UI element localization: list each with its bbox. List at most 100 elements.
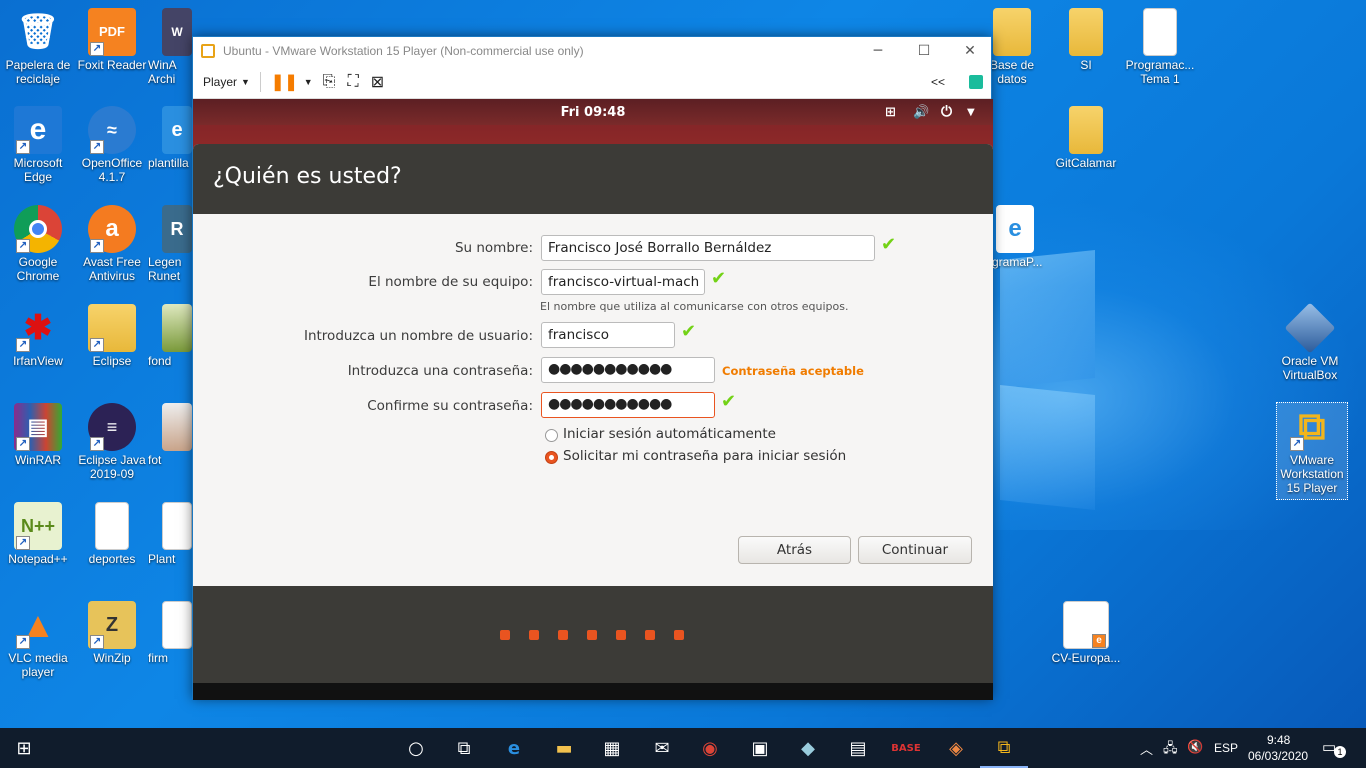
minimize-button[interactable]: ─ bbox=[855, 37, 901, 65]
deportes-icon[interactable]: deportes bbox=[74, 502, 150, 566]
language-indicator[interactable]: ESP bbox=[1214, 741, 1238, 755]
mail-icon[interactable]: ✉ bbox=[638, 728, 686, 768]
network-icon[interactable]: ⊞ bbox=[885, 105, 896, 120]
chevron-down-icon[interactable]: ▼ bbox=[967, 107, 975, 118]
close-button[interactable]: ✕ bbox=[947, 37, 993, 65]
vmware-taskbar-icon[interactable]: ⧉ bbox=[980, 728, 1028, 768]
chevron-down-icon[interactable]: ▼ bbox=[304, 77, 313, 87]
winarchiver-icon[interactable]: W WinA Archi bbox=[148, 8, 192, 86]
require-password-label[interactable]: Solicitar mi contraseña para iniciar ses… bbox=[563, 448, 846, 464]
edge-taskbar-icon[interactable]: e bbox=[490, 728, 538, 768]
openoffice-icon[interactable]: ≈ ↗ OpenOffice 4.1.7 bbox=[74, 106, 150, 184]
programap-icon[interactable]: e gramaP... bbox=[992, 205, 1052, 269]
fondo-icon[interactable]: fond bbox=[148, 304, 192, 368]
password-label: Introduzca una contraseña: bbox=[347, 363, 533, 379]
fullscreen-icon[interactable]: ⛶ bbox=[347, 73, 358, 91]
network-tray-icon[interactable]: 🖧 bbox=[1163, 739, 1178, 761]
guest-bottom-strip bbox=[193, 683, 993, 700]
password-strength: Contraseña aceptable bbox=[722, 364, 864, 378]
vmware-toolbar: Player ▼ ❚❚ ▼ ⎘ ⛶ ⊠ << bbox=[193, 65, 991, 99]
pause-button[interactable]: ❚❚ bbox=[271, 72, 298, 92]
collapse-icon[interactable]: << bbox=[931, 75, 945, 89]
clock-time[interactable]: 9:48 bbox=[1267, 733, 1290, 747]
ubuntu-clock[interactable]: Fri 09:48 bbox=[561, 105, 626, 120]
progress-dot bbox=[616, 630, 626, 640]
check-icon: ✔ bbox=[681, 321, 697, 342]
chrome-taskbar-icon[interactable]: ◉ bbox=[686, 728, 734, 768]
store-icon[interactable]: ▦ bbox=[588, 728, 636, 768]
back-button[interactable]: Atrás bbox=[738, 536, 851, 564]
base-taskbar-icon[interactable]: BASE bbox=[882, 728, 930, 768]
chevron-down-icon: ▼ bbox=[241, 76, 250, 87]
vmware-icon[interactable]: ⧉ ↗ VMware Workstation 15 Player bbox=[1276, 402, 1348, 500]
irfanview-icon[interactable]: ✱ ↗ IrfanView bbox=[0, 304, 76, 368]
winrar-icon[interactable]: ▤ ↗ WinRAR bbox=[0, 403, 76, 467]
foxit-reader-icon[interactable]: PDF ↗ Foxit Reader bbox=[74, 8, 150, 72]
computer-name-field[interactable]: francisco-virtual-mach bbox=[541, 269, 705, 295]
eclipse-java-icon[interactable]: ≡ ↗ Eclipse Java 2019-09 bbox=[74, 403, 150, 481]
auto-login-label[interactable]: Iniciar sesión automáticamente bbox=[563, 426, 776, 442]
confirm-password-field[interactable]: ●●●●●●●●●●● bbox=[541, 392, 715, 418]
continue-button[interactable]: Continuar bbox=[858, 536, 972, 564]
taskbar: ⊞ ○ ⧉ e ▬ ▦ ✉ ◉ ▣ ◆ ▤ BASE ◈ ⧉ ︿ 🖧 🔇 ESP… bbox=[0, 728, 1366, 768]
player-menu[interactable]: Player ▼ bbox=[203, 75, 250, 89]
computer-label: El nombre de su equipo: bbox=[368, 274, 533, 290]
notes-icon[interactable] bbox=[969, 74, 983, 89]
volume-muted-icon[interactable]: 🔇 bbox=[1187, 739, 1203, 755]
show-hidden-icon[interactable]: ︿ bbox=[1140, 739, 1153, 758]
clock-date[interactable]: 06/03/2020 bbox=[1248, 749, 1308, 763]
confirm-label: Confirme su contraseña: bbox=[367, 398, 533, 414]
app-taskbar-icon[interactable]: ▣ bbox=[736, 728, 784, 768]
microsoft-edge-icon[interactable]: e ↗ Microsoft Edge bbox=[0, 106, 76, 184]
plantilla-icon[interactable]: e plantilla bbox=[148, 106, 192, 170]
firma-icon[interactable]: firm bbox=[148, 601, 192, 665]
cortana-icon[interactable]: ○ bbox=[392, 728, 440, 768]
file-explorer-icon[interactable]: ▬ bbox=[540, 728, 588, 768]
eclipse-icon[interactable]: ↗ Eclipse bbox=[74, 304, 150, 368]
check-icon: ✔ bbox=[711, 268, 727, 289]
vlc-icon[interactable]: ▲ ↗ VLC media player bbox=[0, 601, 76, 680]
progress-dot bbox=[558, 630, 568, 640]
winzip-icon[interactable]: Z ↗ WinZip bbox=[74, 601, 150, 665]
volume-icon[interactable]: 🔊 bbox=[913, 105, 929, 120]
progress-dot bbox=[529, 630, 539, 640]
plantilla2-icon[interactable]: Plant bbox=[148, 502, 192, 566]
unity-icon[interactable]: ⊠ bbox=[371, 72, 384, 92]
username-field[interactable]: francisco bbox=[541, 322, 675, 348]
recycle-bin-icon[interactable]: 🗑 Papelera de reciclaje bbox=[0, 8, 76, 86]
task-view-icon[interactable]: ⧉ bbox=[440, 728, 488, 768]
name-label: Su nombre: bbox=[454, 240, 533, 256]
vmware-window[interactable]: Ubuntu - VMware Workstation 15 Player (N… bbox=[192, 36, 993, 700]
progress-dot bbox=[645, 630, 655, 640]
start-button[interactable]: ⊞ bbox=[0, 728, 48, 768]
password-field[interactable]: ●●●●●●●●●●● bbox=[541, 357, 715, 383]
installer-dialog: ¿Quién es usted? Su nombre: Francisco Jo… bbox=[193, 144, 993, 586]
require-password-radio[interactable] bbox=[545, 451, 558, 464]
app-taskbar-icon[interactable]: ◆ bbox=[784, 728, 832, 768]
divider bbox=[259, 71, 261, 92]
auto-login-radio[interactable] bbox=[545, 429, 558, 442]
gitcalamar-icon[interactable]: GitCalamar bbox=[1048, 106, 1124, 170]
legends-runeterra-icon[interactable]: R Legen Runet bbox=[148, 205, 192, 283]
si-folder-icon[interactable]: SI bbox=[1048, 8, 1124, 72]
avast-icon[interactable]: a ↗ Avast Free Antivirus bbox=[74, 205, 150, 283]
name-field[interactable]: Francisco José Borrallo Bernáldez bbox=[541, 235, 875, 261]
progress-dot bbox=[587, 630, 597, 640]
progress-dot bbox=[500, 630, 510, 640]
power-icon[interactable]: ⏻ bbox=[941, 104, 952, 120]
ubuntu-guest-screen: Fri 09:48 ⊞ 🔊 ⏻ ▼ ¿Quién es usted? Su no… bbox=[193, 99, 993, 700]
dialog-header: ¿Quién es usted? bbox=[193, 144, 993, 214]
app-taskbar-icon[interactable]: ▤ bbox=[834, 728, 882, 768]
cv-europass-icon[interactable]: e CV-Europa... bbox=[1048, 601, 1124, 665]
computer-hint: El nombre que utiliza al comunicarse con… bbox=[540, 300, 849, 313]
programacion-icon[interactable]: Programac... Tema 1 bbox=[1122, 8, 1198, 86]
maximize-button[interactable]: ☐ bbox=[901, 37, 947, 65]
send-ctrl-alt-del-icon[interactable]: ⎘ bbox=[323, 73, 336, 91]
foto-icon[interactable]: fot bbox=[148, 403, 192, 467]
google-chrome-icon[interactable]: ↗ Google Chrome bbox=[0, 205, 76, 283]
app-taskbar-icon[interactable]: ◈ bbox=[932, 728, 980, 768]
notepadpp-icon[interactable]: N++ ↗ Notepad++ bbox=[0, 502, 76, 566]
oracle-vm-icon[interactable]: Oracle VM VirtualBox bbox=[1272, 302, 1348, 382]
check-icon: ✔ bbox=[881, 234, 897, 255]
notification-count: 1 bbox=[1334, 746, 1346, 758]
